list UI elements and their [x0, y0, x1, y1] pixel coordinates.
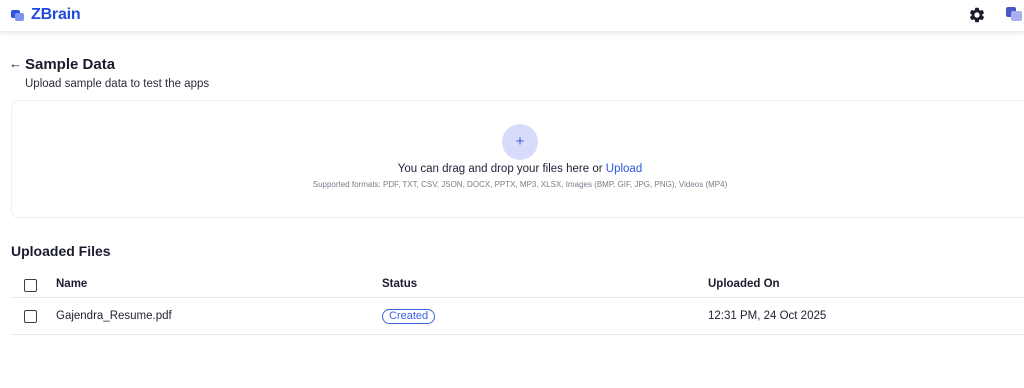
back-arrow-icon[interactable]: ←	[9, 57, 22, 71]
select-all-checkbox[interactable]	[24, 279, 37, 292]
page-title: Sample Data	[25, 56, 116, 73]
dropzone-prompt: You can drag and drop your files here or…	[0, 163, 1024, 175]
top-bar: ZBrain	[0, 0, 1024, 32]
add-file-button[interactable]: +	[502, 124, 538, 160]
table-row-divider	[11, 334, 1024, 335]
table-header-divider	[11, 297, 1024, 298]
app-logo[interactable]: ZBrain	[11, 5, 81, 25]
page-subtitle: Upload sample data to test the apps	[25, 78, 210, 90]
logo-icon	[11, 9, 25, 21]
uploaded-files-title: Uploaded Files	[11, 243, 111, 259]
column-header-status[interactable]: Status	[382, 278, 417, 290]
uploaded-on-value: 12:31 PM, 24 Oct 2025	[708, 310, 827, 322]
gear-icon[interactable]	[968, 6, 986, 24]
app-name: ZBrain	[31, 6, 81, 23]
supported-formats: Supported formats: PDF, TXT, CSV, JSON, …	[312, 180, 728, 189]
column-header-uploaded-on[interactable]: Uploaded On	[708, 278, 780, 290]
row-checkbox[interactable]	[24, 310, 37, 323]
user-avatar[interactable]	[1004, 6, 1022, 22]
status-badge: Created	[382, 309, 436, 324]
file-name[interactable]: Gajendra_Resume.pdf	[56, 310, 172, 322]
dropzone-prompt-text: You can drag and drop your files here or	[397, 163, 606, 175]
upload-link[interactable]: Upload	[606, 163, 642, 175]
column-header-name[interactable]: Name	[56, 278, 87, 290]
